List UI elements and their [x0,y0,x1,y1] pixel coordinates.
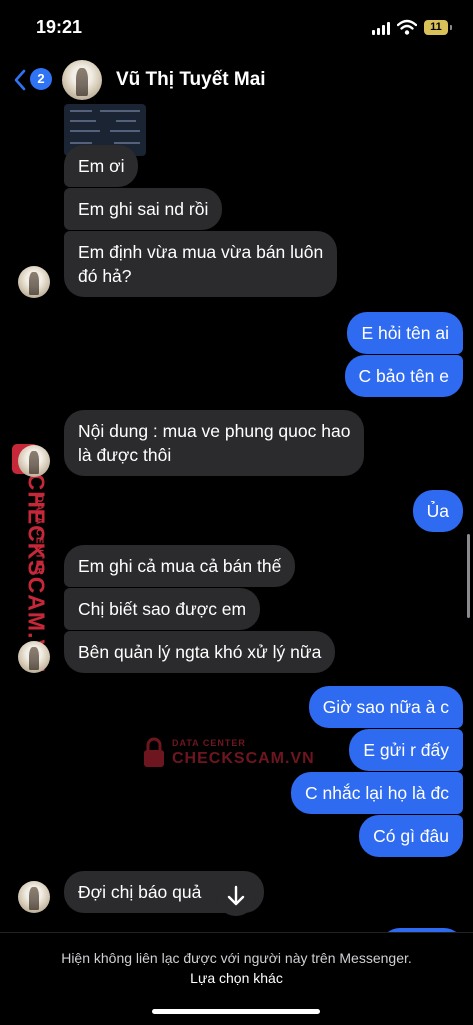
back-chevron-icon [14,69,26,91]
message-line: Em định vừa mua vừa bán luôn [78,242,324,262]
scroll-to-bottom-button[interactable] [216,876,256,916]
sender-avatar[interactable] [18,266,50,298]
home-indicator[interactable] [152,1009,320,1014]
watermark-brand: CHECKSCAM.VN [172,750,315,767]
watermark-tagline: DATA CENTER [172,738,246,748]
status-time: 19:21 [36,17,83,37]
message-outgoing[interactable]: Giờ sao nữa à c [308,686,463,728]
back-button[interactable]: 2 [14,68,52,94]
message-line: đó hả? [78,266,132,286]
message-incoming[interactable]: Bên quản lý ngta khó xử lý nữa [64,631,336,673]
contact-name[interactable]: Vũ Thị Tuyết Mai [116,69,266,91]
unavailable-notice: Hiện không liên lạc được với người này t… [61,950,412,966]
scrollbar[interactable] [467,534,470,618]
message-outgoing[interactable]: E gửi r đấy [349,729,463,771]
message-incoming[interactable]: Em ghi cả mua cả bán thế [64,545,296,587]
other-options-link[interactable]: Lựa chọn khác [0,970,473,986]
message-incoming[interactable]: Em ghi sai nd rồi [64,188,223,230]
message-incoming[interactable]: Chị biết sao được em [64,588,261,630]
lock-icon [144,737,164,767]
message-outgoing[interactable]: Có gì đâu [359,815,463,857]
chat-header: 2 Vũ Thị Tuyết Mai [0,52,473,108]
message-incoming[interactable]: Em ơi [64,145,139,187]
signal-icon [372,22,390,35]
watermark-center: DATA CENTER CHECKSCAM.VN [142,736,314,772]
message-incoming[interactable]: Em định vừa mua vừa bán luôn đó hả? [64,231,338,297]
unread-badge: 2 [30,68,52,90]
message-outgoing[interactable]: C bảo tên e [344,355,463,397]
status-bar: 19:21 11 [0,0,473,52]
sender-avatar[interactable] [18,641,50,673]
message-outgoing[interactable]: E hỏi tên ai [347,312,463,354]
footer: Hiện không liên lạc được với người này t… [0,932,473,1025]
sender-avatar[interactable] [18,881,50,913]
message-outgoing[interactable]: C nhắc lại họ là đc [291,772,463,814]
contact-avatar[interactable] [62,60,102,100]
battery-tip [450,25,452,30]
message-incoming[interactable]: Nội dung : mua ve phung quoc hao là được… [64,410,365,476]
message-line: Nội dung : mua ve phung quoc hao [78,421,351,441]
battery-icon: 11 [424,20,448,35]
wifi-icon [397,19,417,35]
message-line: là được thôi [78,445,172,465]
sender-avatar[interactable] [18,445,50,477]
message-outgoing[interactable]: Ủa [412,490,463,532]
arrow-down-icon [227,885,245,906]
